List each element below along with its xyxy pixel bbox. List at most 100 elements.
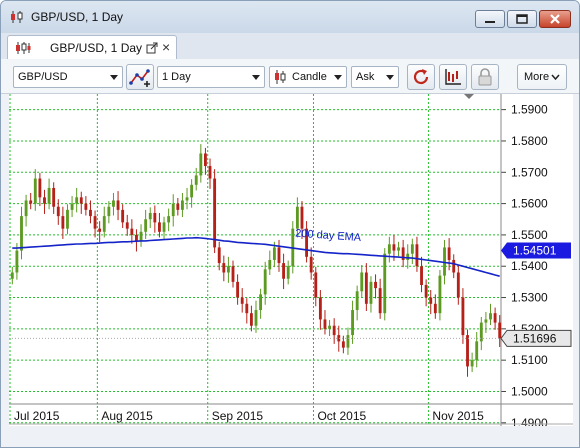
candle-body: [378, 288, 382, 314]
candle-body: [199, 153, 203, 176]
candle-body: [231, 266, 235, 282]
candle-body: [259, 294, 263, 311]
candle-body: [171, 203, 175, 217]
candle-body: [194, 175, 198, 185]
close-tab-icon[interactable]: ×: [162, 39, 170, 55]
candle-body: [144, 219, 148, 232]
candle-body: [135, 234, 138, 242]
candle-body: [153, 212, 157, 223]
candle-body: [272, 247, 276, 260]
minimize-button[interactable]: [475, 10, 505, 28]
candle-body: [20, 216, 23, 251]
symbol-select[interactable]: GBP/USD: [13, 66, 123, 88]
candle-body: [190, 184, 194, 198]
drawing-icon: [445, 69, 461, 85]
symbol-value: GBP/USD: [18, 71, 68, 83]
candle-body: [410, 244, 414, 254]
y-tick-label: 1.5900: [511, 103, 548, 117]
candle-body: [222, 263, 226, 273]
candle-body: [47, 187, 51, 204]
candle-body: [268, 259, 272, 270]
lock-button[interactable]: [471, 64, 499, 90]
refresh-button[interactable]: [407, 64, 435, 90]
y-tick-label: 1.5300: [511, 291, 548, 305]
candle-body: [447, 247, 451, 260]
candle-body: [116, 200, 120, 210]
candle-body: [79, 197, 83, 204]
candle-body: [263, 269, 267, 295]
maximize-button[interactable]: [507, 10, 537, 28]
candle-body: [43, 197, 46, 204]
candle-body: [461, 297, 465, 336]
candle-body: [139, 231, 143, 242]
candle-body: [24, 200, 28, 217]
candle-body: [240, 297, 244, 304]
candle-body: [162, 222, 166, 232]
candle-body: [249, 313, 253, 326]
x-tick-label: Jul 2015: [14, 409, 60, 423]
price-chart[interactable]: 1.49001.50001.51001.52001.53001.54001.55…: [9, 94, 573, 426]
candle-body: [167, 216, 171, 223]
candle-body: [277, 247, 281, 264]
candle-body: [346, 335, 350, 348]
chevron-down-icon: [334, 75, 342, 80]
y-tick-label: 1.5600: [511, 197, 548, 211]
close-window-button[interactable]: [539, 10, 571, 28]
popout-icon[interactable]: [146, 42, 158, 54]
candle-body: [489, 313, 492, 320]
maximize-icon: [516, 14, 528, 24]
x-tick-label: Oct 2015: [317, 409, 366, 423]
candle-body: [387, 244, 391, 254]
candle-body: [369, 281, 373, 304]
chevron-down-icon: [551, 74, 560, 81]
chart-type-select[interactable]: Candle: [269, 66, 347, 88]
candle-body: [176, 203, 180, 210]
candle-body: [323, 319, 327, 329]
y-tick-label: 1.5400: [511, 259, 548, 273]
candle-body: [10, 272, 14, 279]
candle-body: [181, 200, 184, 210]
ema-value-label: 1.54501: [513, 244, 557, 258]
candle-body: [107, 206, 111, 217]
candle-body: [475, 341, 479, 361]
drawing-tools-button[interactable]: [439, 64, 467, 90]
candle-body: [66, 209, 69, 229]
indicator-icon: [129, 69, 150, 87]
more-button[interactable]: More: [517, 64, 567, 90]
window-title: GBP/USD, 1 Day: [31, 10, 124, 24]
candle-body: [424, 285, 428, 298]
candle-body: [286, 266, 290, 279]
candle-body: [318, 297, 322, 320]
candle-body: [29, 200, 33, 204]
refresh-icon: [413, 69, 429, 85]
candle-body: [93, 216, 97, 229]
window-footer: [1, 426, 579, 447]
candle-body: [355, 291, 359, 311]
candle-body: [15, 250, 19, 273]
chart-window: GBP/USD, 1 Day GBP/USD, 1 Day × GBP/USD: [0, 0, 580, 448]
x-tick-label: Sep 2015: [212, 409, 264, 423]
candle-body: [148, 212, 152, 220]
candle-body: [102, 216, 106, 232]
indicator-button[interactable]: [126, 64, 154, 90]
candle-body: [125, 222, 129, 229]
candles-icon: [11, 11, 23, 23]
candle-body: [332, 325, 336, 336]
tab-strip: GBP/USD, 1 Day ×: [1, 33, 579, 60]
y-tick-label: 1.5100: [511, 353, 548, 367]
tab-gbpusd[interactable]: GBP/USD, 1 Day ×: [7, 35, 177, 59]
candle-body: [364, 272, 368, 304]
candle-body: [213, 178, 217, 248]
title-bar[interactable]: GBP/USD, 1 Day: [1, 1, 579, 33]
candle-body: [429, 297, 433, 304]
candle-body: [33, 178, 37, 204]
timeframe-select[interactable]: 1 Day: [157, 66, 265, 88]
last-price-label: 1.51696: [513, 331, 557, 345]
candle-body: [498, 322, 502, 339]
candle-body: [121, 209, 125, 223]
more-label: More: [524, 71, 550, 83]
y-tick-label: 1.5500: [511, 228, 548, 242]
price-side-select[interactable]: Ask: [351, 66, 399, 88]
candle-body: [89, 209, 92, 217]
chevron-down-icon: [252, 75, 260, 80]
